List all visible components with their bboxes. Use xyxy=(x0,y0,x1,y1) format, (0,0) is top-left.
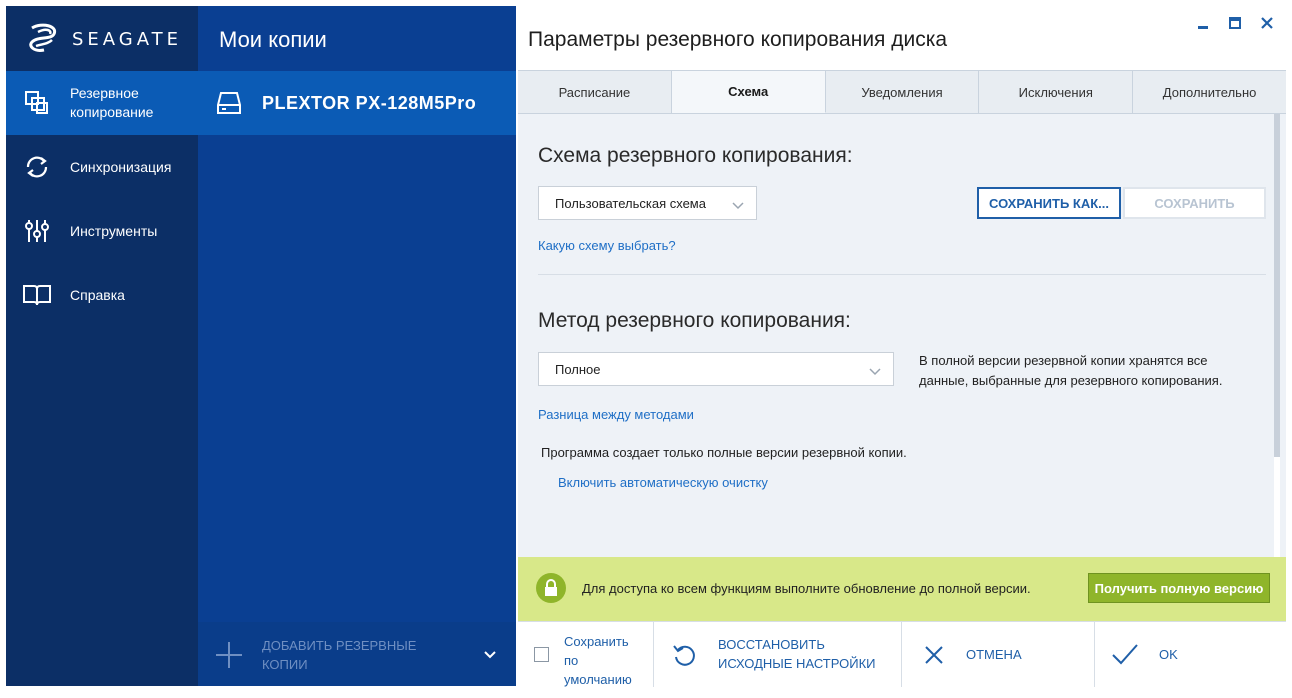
dialog-footer: Сохранить по умолчанию ВОССТАНОВИТЬ ИСХО… xyxy=(518,621,1286,687)
method-difference-link[interactable]: Разница между методами xyxy=(538,407,694,422)
nav-item-sync[interactable]: Синхронизация xyxy=(6,135,198,199)
nav-item-label: Инструменты xyxy=(70,222,158,239)
scrollbar[interactable] xyxy=(1274,114,1280,557)
cancel-label: ОТМЕНА xyxy=(966,647,1022,662)
restore-defaults-button[interactable]: ВОССТАНОВИТЬ ИСХОДНЫЕ НАСТРОЙКИ xyxy=(654,622,902,687)
minimize-icon[interactable] xyxy=(1194,14,1212,32)
which-scheme-link[interactable]: Какую схему выбрать? xyxy=(538,238,676,253)
save-default-label: Сохранить по умолчанию xyxy=(564,634,632,687)
seagate-logo-icon xyxy=(29,23,57,52)
ok-label: OK xyxy=(1159,647,1178,662)
method-info-text: Программа создает только полные версии р… xyxy=(541,445,907,460)
save-button[interactable]: СОХРАНИТЬ xyxy=(1123,187,1266,219)
nav-item-label: Справка xyxy=(70,286,125,303)
chevron-down-icon[interactable] xyxy=(484,646,496,664)
ok-button[interactable]: OK xyxy=(1095,622,1286,687)
backup-item[interactable]: PLEXTOR PX-128M5Pro xyxy=(198,71,516,135)
seagate-logo: SEAGATE xyxy=(24,22,182,56)
nav-item-help[interactable]: Справка xyxy=(6,263,198,327)
section-divider xyxy=(538,274,1266,275)
scheme-heading: Схема резервного копирования: xyxy=(538,144,853,167)
backup-icon xyxy=(22,88,52,118)
backup-list-pane: Мои копии PLEXTOR PX-128M5Pro ДОБАВИТЬ Р… xyxy=(198,6,516,686)
left-navigation: SEAGATE Резервное копирование Синхрониза… xyxy=(6,6,198,686)
maximize-icon[interactable] xyxy=(1226,14,1244,32)
tab-advanced[interactable]: Дополнительно xyxy=(1133,71,1286,113)
close-icon xyxy=(924,645,944,670)
tab-scheme[interactable]: Схема xyxy=(671,71,826,113)
dialog-tabs: Расписание Схема Уведомления Исключения … xyxy=(518,70,1286,114)
auto-cleanup-link[interactable]: Включить автоматическую очистку xyxy=(558,475,768,490)
restore-defaults-label: ВОССТАНОВИТЬ ИСХОДНЫЕ НАСТРОЙКИ xyxy=(718,637,876,671)
restore-icon xyxy=(672,642,698,673)
backup-item-name: PLEXTOR PX-128M5Pro xyxy=(262,93,477,113)
chevron-down-icon xyxy=(869,364,881,379)
tab-notifications[interactable]: Уведомления xyxy=(825,71,980,113)
tab-schedule[interactable]: Расписание xyxy=(518,71,672,113)
scheme-settings-panel: Схема резервного копирования: Пользовате… xyxy=(518,114,1286,557)
sync-icon xyxy=(22,152,52,182)
chevron-down-icon xyxy=(732,198,744,213)
method-dropdown-value: Полное xyxy=(555,361,601,377)
method-dropdown[interactable]: Полное xyxy=(538,352,894,386)
scheme-dropdown[interactable]: Пользовательская схема xyxy=(538,186,757,220)
close-icon[interactable] xyxy=(1258,14,1276,32)
add-backup-label: ДОБАВИТЬ РЕЗЕРВНЫЕ КОПИИ xyxy=(262,638,417,672)
scrollbar-thumb[interactable] xyxy=(1274,114,1280,457)
drive-icon xyxy=(216,91,242,120)
nav-item-tools[interactable]: Инструменты xyxy=(6,199,198,263)
upgrade-message: Для доступа ко всем функциям выполните о… xyxy=(582,581,1031,596)
get-full-version-button[interactable]: Получить полную версию xyxy=(1088,573,1270,603)
settings-dialog: Параметры резервного копирования диска Р… xyxy=(516,6,1286,687)
dialog-title: Параметры резервного копирования диска xyxy=(528,28,948,51)
nav-item-label: Синхронизация xyxy=(70,158,172,175)
scheme-dropdown-value: Пользовательская схема xyxy=(555,195,706,211)
book-icon xyxy=(22,280,52,310)
method-heading: Метод резервного копирования: xyxy=(538,309,851,332)
save-default-option[interactable]: Сохранить по умолчанию xyxy=(518,622,654,687)
tools-icon xyxy=(22,216,52,246)
tab-exclusions[interactable]: Исключения xyxy=(979,71,1134,113)
brand-name: SEAGATE xyxy=(72,28,183,50)
add-backup-button[interactable]: ДОБАВИТЬ РЕЗЕРВНЫЕ КОПИИ xyxy=(198,622,516,686)
nav-item-label: Резервное копирование xyxy=(70,85,154,120)
checkmark-icon xyxy=(1111,643,1139,670)
backup-list-title: Мои копии xyxy=(219,27,327,52)
save-as-button[interactable]: СОХРАНИТЬ КАК... xyxy=(977,187,1121,219)
cancel-button[interactable]: ОТМЕНА xyxy=(902,622,1095,687)
save-default-checkbox[interactable] xyxy=(534,647,549,662)
method-description: В полной версии резервной копии хранятся… xyxy=(919,353,1223,388)
lock-icon xyxy=(536,573,566,603)
window-controls xyxy=(1194,14,1276,32)
plus-icon xyxy=(216,642,242,668)
nav-item-backup[interactable]: Резервное копирование xyxy=(6,71,198,135)
upgrade-banner: Для доступа ко всем функциям выполните о… xyxy=(518,557,1286,621)
